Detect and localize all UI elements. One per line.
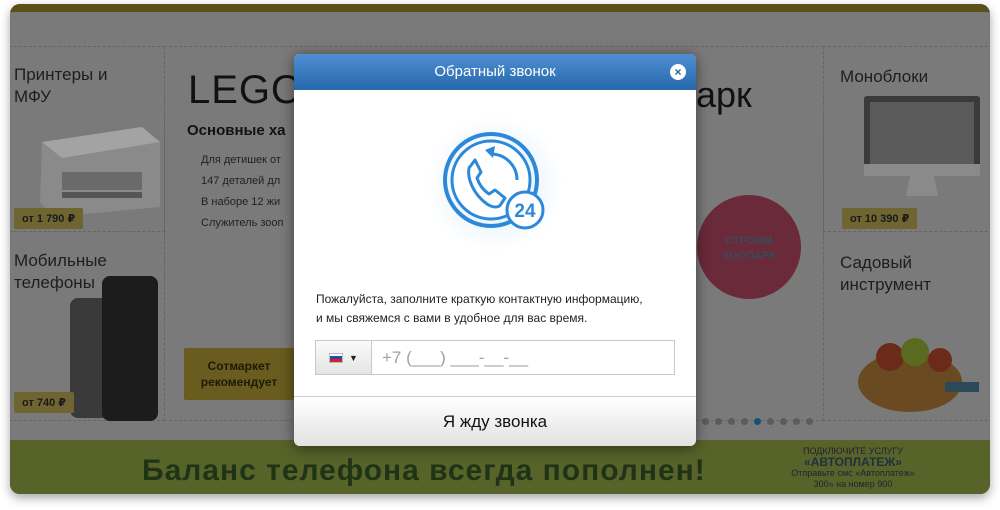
pager-dot[interactable]: [728, 418, 735, 425]
pager-dot[interactable]: [715, 418, 722, 425]
phone-image: [102, 276, 158, 421]
promo-subtitle: Основные ха: [187, 122, 286, 139]
phone-field: ▼: [315, 340, 675, 375]
seal-text: ЗООПАРК: [722, 250, 776, 262]
pager-dot[interactable]: [754, 418, 761, 425]
promo-bullet: Для детишек от: [201, 154, 281, 166]
price-tag: от 740 ₽: [14, 392, 74, 413]
russia-flag-icon: [329, 352, 344, 363]
price-tag: от 10 390 ₽: [842, 208, 918, 229]
pager-dot[interactable]: [741, 418, 748, 425]
price-tag: от 1 790 ₽: [14, 208, 84, 229]
pager-dot[interactable]: [793, 418, 800, 425]
promo-title-right: арк: [696, 74, 752, 115]
modal-title: Обратный звонок: [434, 63, 556, 80]
imac-image: [864, 96, 980, 196]
category-title[interactable]: Моноблоки: [840, 66, 928, 88]
submit-button[interactable]: Я жду звонка: [294, 396, 696, 446]
pager-dot[interactable]: [780, 418, 787, 425]
pager-dot[interactable]: [806, 418, 813, 425]
banner-line: Отправьте смс «Автоплатеж»: [791, 468, 915, 478]
callback-modal: Обратный звонок × 24 Пожалуйста, заполни…: [294, 54, 696, 446]
garden-tools-image: [858, 338, 979, 412]
top-bar: [10, 4, 990, 12]
callback-24-icon: 24: [427, 116, 563, 252]
category-title[interactable]: Принтеры и МФУ: [14, 64, 134, 108]
banner-line: 300» на номер 900: [813, 479, 893, 489]
description-line: Пожалуйста, заполните краткую контактную…: [316, 292, 643, 306]
icon-badge: 24: [514, 201, 536, 222]
category-title[interactable]: Садовый инструмент: [840, 252, 980, 296]
promo-bullet: Служитель зооп: [201, 217, 284, 229]
pager-dot[interactable]: [767, 418, 774, 425]
chevron-down-icon: ▼: [349, 352, 358, 363]
description-line: и мы свяжемся с вами в удобное для вас в…: [316, 311, 588, 325]
banner-text: Баланс телефона всегда пополнен!: [142, 454, 706, 487]
promo-bullets: Для детишек от 147 деталей дл В наборе 1…: [201, 150, 283, 234]
recommend-badge: Сотмаркет рекомендует: [184, 348, 294, 400]
country-select[interactable]: ▼: [316, 341, 372, 374]
modal-description: Пожалуйста, заполните краткую контактную…: [316, 290, 676, 328]
carousel-pager[interactable]: [702, 412, 819, 430]
banner-line: «АВТОПЛАТЕЖ»: [804, 455, 902, 469]
seal-image: СТРОИМ ЗООПАРК: [697, 195, 801, 299]
close-button[interactable]: ×: [670, 64, 686, 80]
promo-title: LEGO: [188, 68, 304, 112]
promo-bullet: В наборе 12 жи: [201, 196, 281, 208]
seal-text: СТРОИМ: [725, 235, 772, 247]
banner-right: ПОДКЛЮЧИТЕ УСЛУГУ «АВТОПЛАТЕЖ» Отправьте…: [778, 446, 928, 490]
phone-input[interactable]: [372, 341, 674, 374]
promo-bullet: 147 деталей дл: [201, 175, 281, 187]
printer-image: [40, 127, 160, 217]
pager-dot[interactable]: [702, 418, 709, 425]
modal-header: Обратный звонок: [294, 54, 696, 90]
autopay-banner[interactable]: Баланс телефона всегда пополнен! ПОДКЛЮЧ…: [10, 440, 990, 494]
